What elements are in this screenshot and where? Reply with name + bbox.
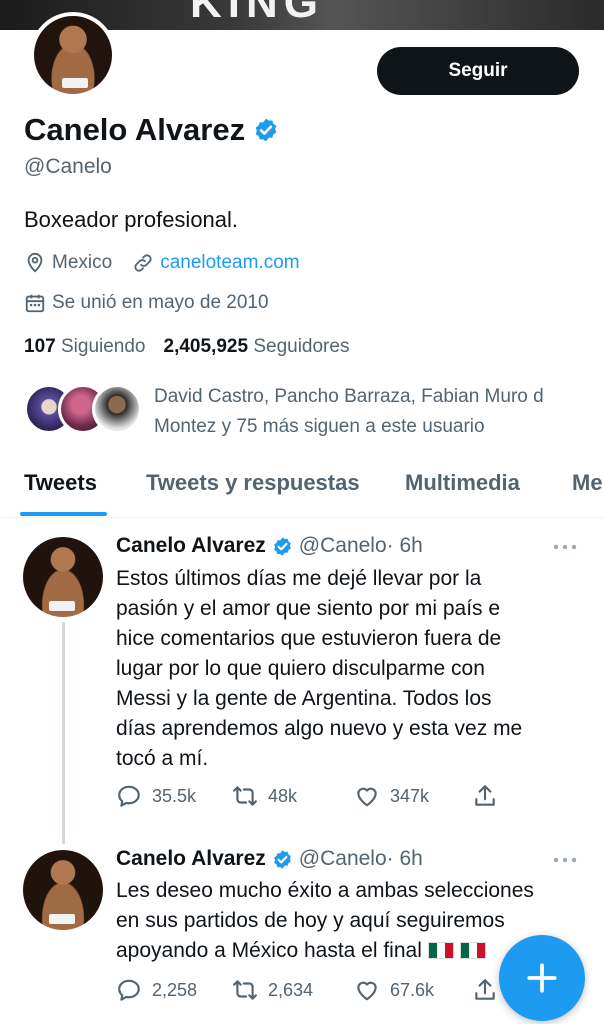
tweet-timestamp[interactable]: · 6h (387, 534, 423, 558)
profile-handle: @Canelo (24, 155, 112, 178)
tweet-text-line: Estos últimos días me dejé llevar por la (116, 567, 482, 590)
tweet-author-handle[interactable]: @Canelo (299, 534, 387, 558)
reply-count: 2,258 (152, 979, 198, 1000)
compose-tweet-button[interactable] (499, 935, 585, 1021)
following-link[interactable]: 107 Siguiendo (24, 336, 146, 358)
tab-tweets[interactable]: Tweets (24, 470, 97, 496)
reply-button[interactable]: 35.5k (116, 783, 196, 809)
tweet-actions: 35.5k 48k 347k (116, 783, 586, 813)
profile-name: Canelo Alvarez (24, 112, 246, 147)
more-options-icon[interactable] (553, 856, 577, 864)
tab-likes[interactable]: Me (572, 470, 603, 496)
tweet-text: Estos últimos días me dejé llevar por la… (116, 564, 586, 774)
location-pin-icon (27, 252, 43, 273)
retweet-count: 2,634 (268, 979, 314, 1000)
tweet-text-line: días aprendemos algo nuevo y esta vez me (116, 717, 523, 740)
profile-name-row: Canelo Alvarez (24, 112, 279, 148)
more-options-icon[interactable] (553, 543, 577, 551)
mexico-flag-icon (427, 942, 454, 959)
thread-line (62, 622, 65, 844)
mutual-avatar (92, 384, 142, 434)
following-label: Siguiendo (60, 336, 146, 357)
verified-badge-icon (255, 118, 277, 142)
follow-stats: 107 Siguiendo 2,405,925 Seguidores (24, 336, 349, 358)
profile-joined-row: Se unió en mayo de 2010 (24, 292, 269, 314)
profile-tabs: Tweets Tweets y respuestas Multimedia Me (0, 466, 604, 518)
tab-tweets-replies[interactable]: Tweets y respuestas (146, 470, 360, 496)
profile-bio: Boxeador profesional. (24, 207, 239, 232)
like-button[interactable]: 67.6k (354, 977, 434, 1003)
retweet-icon (233, 786, 257, 806)
reply-icon (118, 979, 140, 1001)
like-count: 67.6k (390, 979, 435, 1000)
tweet-text-line: Les deseo mucho éxito a ambas seleccione… (116, 879, 534, 902)
heart-icon (357, 981, 377, 1001)
heart-icon (357, 787, 377, 807)
followers-label: Seguidores (253, 336, 350, 357)
tweet-text-line: lugar por lo que quiero disculparme con (116, 657, 485, 680)
tweet-avatar[interactable] (23, 537, 103, 617)
share-button[interactable] (472, 783, 508, 809)
profile-website-link[interactable]: caneloteam.com (160, 252, 299, 274)
like-button[interactable]: 347k (354, 783, 429, 809)
mutual-followers-avatars[interactable] (24, 384, 142, 434)
profile-location: Mexico (52, 252, 113, 273)
tweet-author-name[interactable]: Canelo Alvarez (116, 534, 266, 558)
mutual-followers-line: Montez y 75 más siguen a este usuario (154, 416, 485, 437)
tweet-text-line: Messi y la gente de Argentina. Todos los (116, 687, 492, 710)
tweet-timestamp[interactable]: · 6h (387, 847, 423, 871)
profile-joined: Se unió en mayo de 2010 (52, 292, 269, 313)
follow-button[interactable]: Seguir (377, 47, 579, 95)
tweet-text-line: pasión y el amor que siento por mi país … (116, 597, 501, 620)
followers-count: 2,405,925 (163, 336, 249, 357)
verified-badge-icon (273, 849, 291, 869)
retweet-icon (233, 980, 257, 1000)
tweet-header: Canelo Alvarez @Canelo · 6h (116, 534, 423, 558)
share-icon (475, 785, 495, 806)
tweet-author-handle[interactable]: @Canelo (299, 847, 387, 871)
verified-badge-icon (273, 536, 291, 556)
retweet-count: 48k (268, 785, 298, 806)
tweet-text-line-text: apoyando a México hasta el final (116, 939, 422, 962)
reply-icon (118, 785, 140, 807)
mutual-followers-text[interactable]: David Castro, Pancho Barraza, Fabian Mur… (154, 382, 584, 442)
mutual-followers-line: David Castro, Pancho Barraza, Fabian Mur… (154, 386, 544, 407)
retweet-button[interactable]: 48k (232, 783, 297, 809)
reply-button[interactable]: 2,258 (116, 977, 197, 1003)
tweet-avatar[interactable] (23, 850, 103, 930)
followers-link[interactable]: 2,405,925 Seguidores (164, 336, 350, 358)
mexico-flag-icon (459, 942, 486, 959)
following-count: 107 (24, 336, 56, 357)
banner-text: KING (190, 0, 324, 27)
plus-icon (527, 963, 557, 993)
tweet-text-line: tocó a mí. (116, 747, 209, 770)
retweet-button[interactable]: 2,634 (232, 977, 313, 1003)
tweet-text-line: hice comentarios que estuvieron fuera de (116, 627, 502, 650)
profile-meta-row: Mexico caneloteam.com (24, 252, 300, 274)
active-tab-indicator (20, 512, 107, 516)
tab-media[interactable]: Multimedia (405, 470, 520, 496)
tweet-text-line: en sus partidos de hoy y aquí seguiremos (116, 909, 505, 932)
share-icon (475, 979, 495, 1000)
tweet-header: Canelo Alvarez @Canelo · 6h (116, 847, 423, 871)
like-count: 347k (390, 785, 430, 806)
tweet-author-name[interactable]: Canelo Alvarez (116, 847, 266, 871)
profile-avatar[interactable] (30, 12, 116, 98)
link-icon (134, 254, 152, 272)
calendar-icon (25, 294, 45, 313)
reply-count: 35.5k (152, 785, 197, 806)
